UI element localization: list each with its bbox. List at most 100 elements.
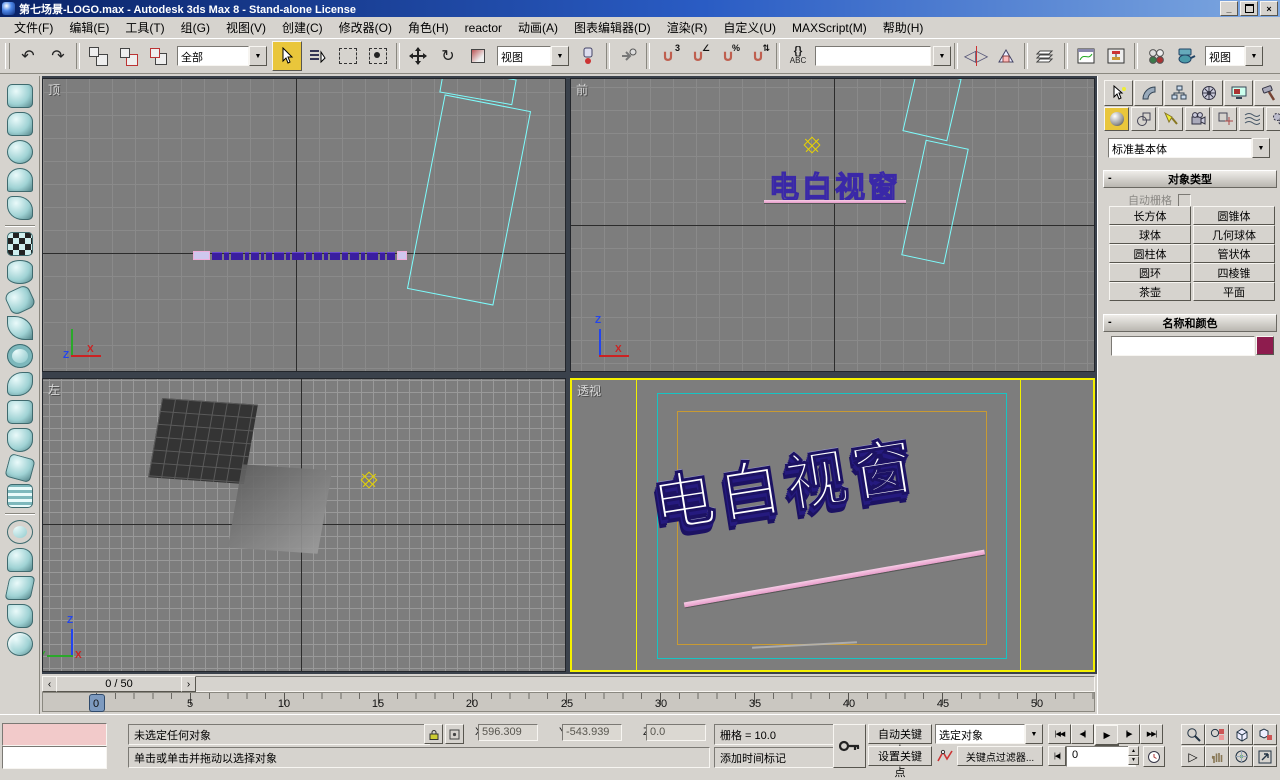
key-mode-toggle-button[interactable]: |◀| (1048, 746, 1066, 766)
use-pivot-point-center-button[interactable] (574, 42, 602, 70)
menu-create[interactable]: 创建(C) (274, 17, 331, 38)
reactor-rope-collection-icon[interactable] (7, 168, 33, 192)
tab-modify[interactable] (1134, 80, 1163, 106)
reactor-plank-icon[interactable] (4, 576, 35, 600)
key-filters-button[interactable]: 关键点过滤器... (957, 746, 1043, 766)
reactor-soft-body-collection-icon[interactable] (7, 140, 33, 164)
viewport-top[interactable]: 顶 X Z (42, 78, 566, 372)
layer-manager-button[interactable] (1032, 42, 1060, 70)
reactor-cloth-collection-icon[interactable] (7, 112, 33, 136)
undo-button[interactable]: ↶ (14, 42, 42, 70)
category-cameras[interactable] (1185, 107, 1210, 131)
menu-help[interactable]: 帮助(H) (875, 17, 932, 38)
menu-reactor[interactable]: reactor (457, 19, 510, 37)
reactor-angular-dashpot-icon[interactable] (7, 372, 33, 396)
reactor-ragdoll-icon[interactable] (7, 548, 33, 572)
current-frame-field[interactable]: 0 (1066, 746, 1136, 767)
wireframe-plane-front-lower[interactable] (901, 140, 969, 265)
category-geometry[interactable] (1104, 107, 1129, 131)
tab-motion[interactable] (1194, 80, 1223, 106)
menu-maxscript[interactable]: MAXScript(M) (784, 19, 875, 37)
reactor-damper-icon[interactable] (3, 284, 37, 317)
autogrid-checkbox[interactable] (1178, 194, 1191, 207)
minimize-button[interactable]: _ (1220, 1, 1238, 16)
window-crossing-toggle[interactable] (364, 42, 392, 70)
create-cylinder-button[interactable]: 圆柱体 (1109, 244, 1191, 263)
viewport-top-label[interactable]: 顶 (48, 81, 60, 98)
select-and-manipulate-button[interactable] (614, 42, 642, 70)
reactor-plane-icon[interactable] (7, 232, 33, 256)
maxscript-listener-field[interactable] (2, 746, 107, 769)
zoom-extents-all-button[interactable] (1253, 724, 1277, 745)
toolbar-grip[interactable] (5, 43, 10, 69)
go-to-start-button[interactable]: |◀◀ (1048, 724, 1071, 744)
curve-editor-button[interactable] (1072, 42, 1100, 70)
angle-snap-toggle-button[interactable]: ∪∠ (684, 42, 712, 70)
previous-frame-button[interactable]: ◀|| (1071, 724, 1094, 744)
redo-button[interactable]: ↷ (44, 42, 72, 70)
key-filter-curve-icon[interactable] (935, 746, 955, 766)
create-pyramid-button[interactable]: 四棱锥 (1193, 263, 1275, 282)
render-type-dropdown[interactable]: 视图 ▼ (1205, 46, 1263, 66)
frame-spinner[interactable]: ▲ ▼ (1128, 746, 1139, 765)
chevron-down-icon[interactable]: ▼ (1252, 138, 1270, 158)
chevron-down-icon[interactable]: ▼ (551, 46, 569, 66)
render-scene-button[interactable] (1172, 42, 1200, 70)
create-plane-button[interactable]: 平面 (1193, 282, 1275, 301)
reactor-wind-icon[interactable] (7, 400, 33, 424)
tab-display[interactable] (1224, 80, 1253, 106)
snaps-toggle-button[interactable]: ∪3 (654, 42, 682, 70)
object-name-field[interactable] (1111, 336, 1255, 356)
reactor-deforming-mesh-icon[interactable] (7, 196, 33, 220)
maxscript-listener-macro-field[interactable] (2, 723, 107, 746)
chevron-down-icon[interactable]: ▼ (933, 46, 951, 66)
next-frame-button[interactable]: ||▶ (1117, 724, 1140, 744)
subcategory-dropdown[interactable]: 标准基本体 ▼ (1108, 138, 1270, 158)
menu-graph-editors[interactable]: 图表编辑器(D) (566, 17, 659, 38)
category-shapes[interactable] (1131, 107, 1156, 131)
time-configuration-button[interactable] (1143, 746, 1165, 767)
menu-views[interactable]: 视图(V) (218, 17, 274, 38)
logo-slab-light[interactable] (228, 464, 332, 553)
create-cone-button[interactable]: 圆锥体 (1193, 206, 1275, 225)
auto-key-button[interactable]: 自动关键点 (868, 724, 932, 744)
create-tube-button[interactable]: 管状体 (1193, 244, 1275, 263)
menu-customize[interactable]: 自定义(U) (715, 17, 784, 38)
reactor-spring-icon[interactable] (7, 260, 33, 284)
viewport-front-label[interactable]: 前 (576, 81, 588, 98)
logo-text-top-view[interactable] (193, 251, 407, 260)
key-mode-dropdown[interactable]: 选定对象 ▼ (935, 724, 1043, 744)
pan-view-button[interactable] (1205, 746, 1229, 767)
schematic-view-button[interactable] (1102, 42, 1130, 70)
category-lights[interactable] (1158, 107, 1183, 131)
category-helpers[interactable] (1212, 107, 1237, 131)
set-key-big-button[interactable] (833, 724, 866, 768)
time-slider-track[interactable] (42, 676, 1095, 692)
reactor-fracture-icon[interactable] (7, 604, 33, 628)
arc-rotate-button[interactable] (1229, 746, 1253, 767)
spinner-snap-toggle-button[interactable]: ∪⇅ (744, 42, 772, 70)
add-time-tag[interactable]: 添加时间标记 (714, 747, 838, 768)
min-max-toggle-button[interactable] (1253, 746, 1277, 767)
reactor-dashpot-gear-icon[interactable] (7, 344, 33, 368)
logo-underline-front[interactable] (764, 200, 906, 204)
absolute-offset-mode-toggle[interactable] (445, 724, 464, 744)
y-coordinate-field[interactable]: -543.939 (562, 724, 622, 741)
create-box-button[interactable]: 长方体 (1109, 206, 1191, 225)
previous-frame-arrow[interactable]: ‹ (42, 676, 57, 692)
wireframe-plane-top-large[interactable] (407, 94, 531, 305)
zoom-button[interactable] (1181, 724, 1205, 745)
reactor-constraint-solver-icon[interactable] (7, 520, 33, 544)
menu-rendering[interactable]: 渲染(R) (659, 17, 716, 38)
unlink-selection-icon[interactable] (114, 42, 142, 70)
tab-create[interactable] (1104, 80, 1133, 106)
menu-group[interactable]: 组(G) (173, 17, 218, 38)
field-of-view-button[interactable]: ▷ (1181, 746, 1205, 767)
name-color-rollout-header[interactable]: - 名称和颜色 (1103, 314, 1277, 332)
viewport-left[interactable]: 左 Z Y X (42, 378, 566, 672)
wireframe-plane-front-upper[interactable] (902, 78, 961, 141)
next-frame-arrow[interactable]: › (181, 676, 196, 692)
material-editor-button[interactable] (1142, 42, 1170, 70)
x-coordinate-field[interactable]: 596.309 (478, 724, 538, 741)
tab-utilities[interactable] (1254, 80, 1280, 106)
